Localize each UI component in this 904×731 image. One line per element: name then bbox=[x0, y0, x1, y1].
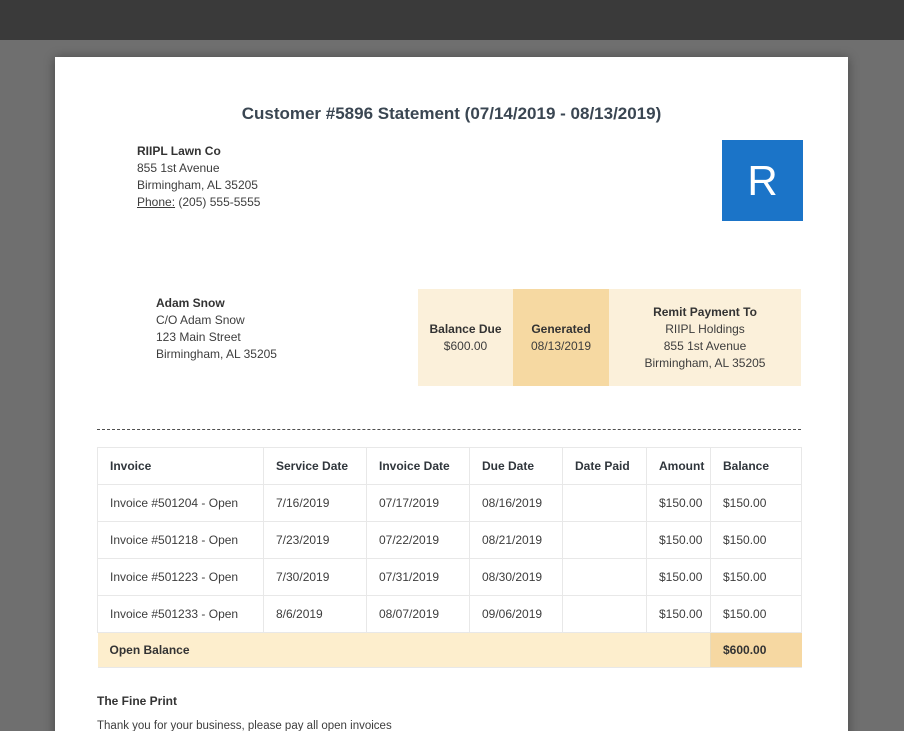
generated-cell: Generated 08/13/2019 bbox=[513, 289, 609, 386]
table-cell: $150.00 bbox=[646, 484, 711, 522]
table-cell: 07/17/2019 bbox=[366, 484, 470, 522]
table-cell: $150.00 bbox=[710, 558, 802, 596]
table-cell: Invoice #501218 - Open bbox=[97, 521, 264, 559]
viewer-top-chrome bbox=[0, 0, 904, 40]
company-name: RIIPL Lawn Co bbox=[137, 144, 221, 158]
remit-address-line2: Birmingham, AL 35205 bbox=[644, 355, 766, 370]
fine-print-text: Thank you for your business, please pay … bbox=[97, 720, 392, 731]
remit-label: Remit Payment To bbox=[653, 304, 757, 319]
fine-print-heading: The Fine Print bbox=[97, 694, 178, 708]
invoice-table-body: Invoice #501204 - Open 7/16/2019 07/17/201… bbox=[97, 484, 802, 633]
phone-number: (205) 555-5555 bbox=[178, 195, 261, 209]
table-cell: $150.00 bbox=[646, 558, 711, 596]
logo-letter: R bbox=[747, 156, 778, 204]
table-cell: Invoice #501204 - Open bbox=[97, 484, 264, 522]
table-cell: 07/22/2019 bbox=[366, 521, 470, 559]
table-header-row: Invoice Service Date Invoice Date Due Da… bbox=[97, 447, 802, 485]
company-phone-line: Phone: (205) 555-5555 bbox=[137, 194, 260, 211]
column-header-date-paid: Date Paid bbox=[562, 447, 647, 485]
table-row: Invoice #501223 - Open 7/30/2019 07/31/201… bbox=[97, 558, 802, 596]
phone-label: Phone: bbox=[137, 195, 176, 209]
open-balance-label: Open Balance bbox=[97, 632, 711, 668]
column-header-amount: Amount bbox=[646, 447, 711, 485]
statement-title: Customer #5896 Statement (07/14/2019 - 0… bbox=[241, 104, 662, 123]
customer-address-line2: Birmingham, AL 35205 bbox=[156, 347, 277, 361]
statement-page: Customer #5896 Statement (07/14/2019 - 0… bbox=[55, 57, 848, 731]
table-cell: 7/23/2019 bbox=[263, 521, 367, 559]
table-cell: 7/16/2019 bbox=[263, 484, 367, 522]
table-cell: 8/6/2019 bbox=[263, 595, 367, 633]
customer-address-line1: 123 Main Street bbox=[156, 330, 241, 344]
table-cell: 08/21/2019 bbox=[469, 521, 563, 559]
column-header-balance: Balance bbox=[710, 447, 802, 485]
table-cell: 08/07/2019 bbox=[366, 595, 470, 633]
table-cell: 08/30/2019 bbox=[469, 558, 563, 596]
column-header-due-date: Due Date bbox=[469, 447, 563, 485]
open-balance-row: Open Balance $600.00 bbox=[97, 632, 802, 668]
open-balance-value: $600.00 bbox=[710, 632, 802, 668]
table-cell: $150.00 bbox=[710, 595, 802, 633]
table-cell: $150.00 bbox=[646, 521, 711, 559]
remit-address-line1: 855 1st Avenue bbox=[663, 338, 747, 353]
customer-block: Adam Snow C/O Adam Snow 123 Main Street … bbox=[156, 295, 277, 363]
table-cell bbox=[562, 558, 647, 596]
table-cell: $150.00 bbox=[646, 595, 711, 633]
company-address-line2: Birmingham, AL 35205 bbox=[137, 178, 258, 192]
balance-due-value: $600.00 bbox=[443, 338, 488, 353]
table-row: Invoice #501204 - Open 7/16/2019 07/17/201… bbox=[97, 484, 802, 522]
table-cell: 07/31/2019 bbox=[366, 558, 470, 596]
balance-due-label: Balance Due bbox=[429, 321, 502, 336]
table-cell: Invoice #501233 - Open bbox=[97, 595, 264, 633]
table-cell: $150.00 bbox=[710, 484, 802, 522]
balance-due-cell: Balance Due $600.00 bbox=[418, 289, 513, 386]
invoice-table: Invoice Service Date Invoice Date Due Da… bbox=[97, 447, 802, 668]
customer-name: Adam Snow bbox=[156, 296, 225, 310]
company-block: RIIPL Lawn Co 855 1st Avenue Birmingham,… bbox=[137, 143, 260, 211]
company-logo: R bbox=[722, 140, 803, 221]
company-address-line1: 855 1st Avenue bbox=[137, 161, 220, 175]
customer-care-of: C/O Adam Snow bbox=[156, 313, 245, 327]
column-header-service-date: Service Date bbox=[263, 447, 367, 485]
dashed-separator bbox=[97, 429, 801, 430]
remit-name: RIIPL Holdings bbox=[665, 321, 745, 336]
summary-box: Balance Due $600.00 Generated 08/13/2019… bbox=[418, 289, 801, 386]
column-header-invoice: Invoice bbox=[97, 447, 264, 485]
table-row: Invoice #501233 - Open 8/6/2019 08/07/2019… bbox=[97, 595, 802, 633]
table-cell: $150.00 bbox=[710, 521, 802, 559]
table-row: Invoice #501218 - Open 7/23/2019 07/22/201… bbox=[97, 521, 802, 559]
table-cell: 7/30/2019 bbox=[263, 558, 367, 596]
table-cell bbox=[562, 595, 647, 633]
viewer-background: { "document": { "title": "Customer #5896… bbox=[0, 0, 904, 731]
remit-payment-cell: Remit Payment To RIIPL Holdings 855 1st … bbox=[609, 289, 801, 386]
generated-date: 08/13/2019 bbox=[530, 338, 592, 353]
table-cell bbox=[562, 484, 647, 522]
generated-label: Generated bbox=[531, 321, 591, 336]
table-cell: 08/16/2019 bbox=[469, 484, 563, 522]
table-cell: 09/06/2019 bbox=[469, 595, 563, 633]
column-header-invoice-date: Invoice Date bbox=[366, 447, 470, 485]
table-cell bbox=[562, 521, 647, 559]
table-cell: Invoice #501223 - Open bbox=[97, 558, 264, 596]
